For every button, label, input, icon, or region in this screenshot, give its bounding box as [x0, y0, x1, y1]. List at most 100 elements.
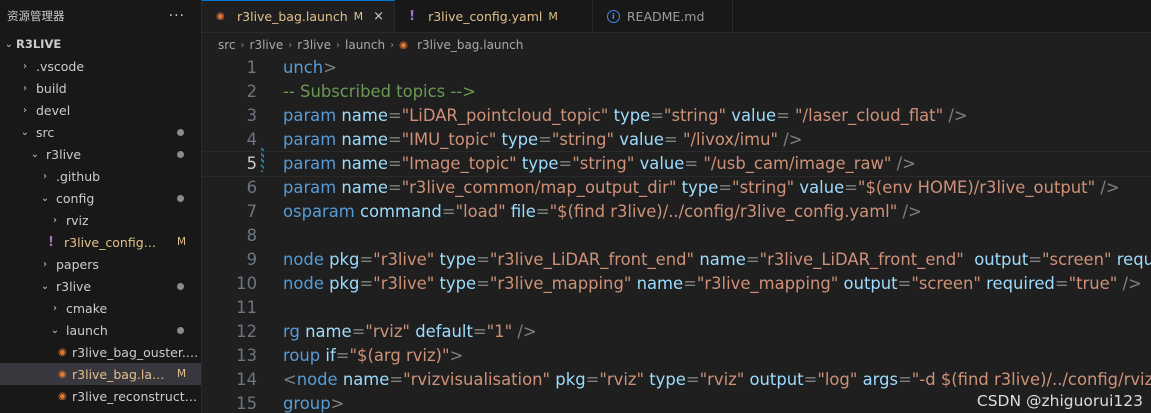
tree-file[interactable]: ◉ r3live_bag_ouster.launch [0, 341, 201, 363]
tree-folder[interactable]: › devel [0, 99, 201, 121]
code-token: args [862, 370, 899, 389]
code-token: = [558, 154, 573, 173]
code-line[interactable]: 2 -- Subscribed topics --> [202, 80, 1151, 104]
code-token: "/laser_cloud_flat" [795, 106, 944, 125]
launch-file-icon: ◉ [399, 39, 408, 51]
code-token: = [685, 370, 700, 389]
chevron-right-icon: › [390, 39, 395, 51]
breadcrumb-item[interactable]: launch [345, 38, 385, 52]
breadcrumb-item[interactable]: r3live [250, 38, 284, 52]
chevron-right-icon: › [53, 214, 57, 226]
line-text: param name="LiDAR_pointcloud_topic" type… [283, 104, 968, 128]
yaml-file-icon: ! [48, 234, 54, 250]
tree-item-label: src [36, 124, 55, 140]
code-token: /> [897, 202, 922, 221]
code-token: type [681, 178, 719, 197]
tree-item-label: r3live_bag.launch [72, 366, 167, 382]
code-token: /> [1095, 178, 1120, 197]
code-token: name [341, 178, 388, 197]
code-line[interactable]: 1 unch> [202, 56, 1151, 80]
line-number: 12 [236, 322, 257, 341]
code-token: "rviz" [365, 322, 410, 341]
tree-folder[interactable]: › rviz [0, 209, 201, 231]
code-token: -- Subscribed topics --> [283, 82, 476, 101]
code-token: = [664, 130, 683, 149]
code-token: = [335, 346, 350, 365]
tree-file[interactable]: ◉ r3live_reconstruct_mesh.launch [0, 385, 201, 407]
code-token: "r3live" [373, 274, 435, 293]
breadcrumb-item[interactable]: src [218, 38, 236, 52]
code-token: param [283, 178, 337, 197]
more-actions-icon[interactable]: ··· [169, 8, 185, 24]
code-token: type [613, 106, 651, 125]
code-token: "$(env HOME)/r3live_output" [857, 178, 1096, 197]
tree-folder[interactable]: ⌄ config [0, 187, 201, 209]
tree-folder[interactable]: ⌄ r3live [0, 275, 201, 297]
code-token: "r3live" [373, 250, 435, 269]
code-token: "screen" [911, 274, 981, 293]
breadcrumb-item[interactable]: r3live [297, 38, 331, 52]
tab-readme[interactable]: i README.md [593, 0, 734, 32]
code-line[interactable]: 5 param name="Image_topic" type="string" … [202, 151, 1151, 177]
code-token: roup [283, 346, 321, 365]
code-line[interactable]: 3 param name="LiDAR_pointcloud_topic" typ… [202, 104, 1151, 128]
tab-label: README.md [626, 8, 705, 24]
code-token: "Image_topic" [401, 154, 517, 173]
line-text: <node name="rvizvisualisation" pkg="rviz… [283, 368, 1151, 392]
code-token: "rvizvisualisation" [403, 370, 551, 389]
tree-folder[interactable]: › .vscode [0, 55, 201, 77]
code-token: = [441, 202, 456, 221]
workspace-root[interactable]: ⌄ R3LIVE [0, 33, 201, 55]
tab-r3live-config-yaml[interactable]: ! r3live_config.yaml M [395, 0, 593, 32]
line-text: group> [283, 392, 344, 413]
line-number: 3 [246, 106, 257, 125]
code-line[interactable]: 8 [202, 224, 1151, 248]
tree-folder[interactable]: › papers [0, 253, 201, 275]
code-token: "true" [1068, 274, 1118, 293]
code-token: output [749, 370, 804, 389]
code-editor[interactable]: 1 unch> 2 -- Subscribed topics --> 3 param na… [202, 56, 1151, 413]
line-text: unch> [283, 56, 337, 80]
code-token: /> [943, 106, 968, 125]
code-token: = [476, 274, 490, 293]
editor-area: ◉ r3live_bag.launch M × ! r3live_config.… [202, 0, 1151, 413]
tree-folder[interactable]: › build [0, 77, 201, 99]
tree-item-label: config [56, 190, 95, 206]
code-token: "r3live_common/map_output_dir" [401, 178, 677, 197]
code-token: "rviz" [599, 370, 645, 389]
code-token: "string" [732, 178, 795, 197]
code-token: value [639, 154, 685, 173]
code-line[interactable]: 13 roup if="$(arg rviz)"> [202, 344, 1151, 368]
code-line[interactable]: 6 param name="r3live_common/map_output_di… [202, 176, 1151, 200]
code-token: name [342, 370, 390, 389]
code-token: param [283, 154, 337, 173]
code-token: file [510, 202, 536, 221]
tab-r3live-bag-launch[interactable]: ◉ r3live_bag.launch M × [202, 0, 396, 32]
code-line[interactable]: 14 <node name="rvizvisualisation" pkg="rv… [202, 368, 1151, 392]
code-token: value [731, 106, 777, 125]
tree-folder[interactable]: ⌄ src [0, 121, 201, 143]
code-line[interactable]: 9 node pkg="r3live" type="r3live_LiDAR_fr… [202, 248, 1151, 272]
tree-folder[interactable]: › cmake [0, 297, 201, 319]
code-token: "screen" [1041, 250, 1112, 269]
code-token: = [387, 106, 402, 125]
tree-folder[interactable]: ⌄ r3live [0, 143, 201, 165]
code-token: "IMU_topic" [401, 130, 497, 149]
line-number: 14 [236, 370, 257, 389]
breadcrumb-item[interactable]: r3live_bag.launch [417, 38, 523, 52]
chevron-right-icon: › [240, 39, 245, 51]
code-line[interactable]: 12 rg name="rviz" default="1" /> [202, 320, 1151, 344]
code-line[interactable]: 7 osparam command="load" file="$(find r3l… [202, 200, 1151, 224]
close-icon[interactable]: × [373, 9, 384, 24]
code-token: "string" [663, 106, 727, 125]
tree-folder[interactable]: ⌄ launch [0, 319, 201, 341]
changes-dot-icon [177, 150, 184, 158]
code-token: node [296, 370, 338, 389]
tree-file[interactable]: ◉ r3live_bag.launch M [0, 363, 201, 385]
tree-folder[interactable]: › .github [0, 165, 201, 187]
tree-file[interactable]: ! r3live_config.yaml M [0, 231, 201, 253]
code-line[interactable]: 10 node pkg="r3live" type="r3live_mapping… [202, 272, 1151, 296]
code-line[interactable]: 4 param name="IMU_topic" type="string" va… [202, 128, 1151, 152]
code-token: name [341, 130, 388, 149]
code-line[interactable]: 11 [202, 296, 1151, 320]
